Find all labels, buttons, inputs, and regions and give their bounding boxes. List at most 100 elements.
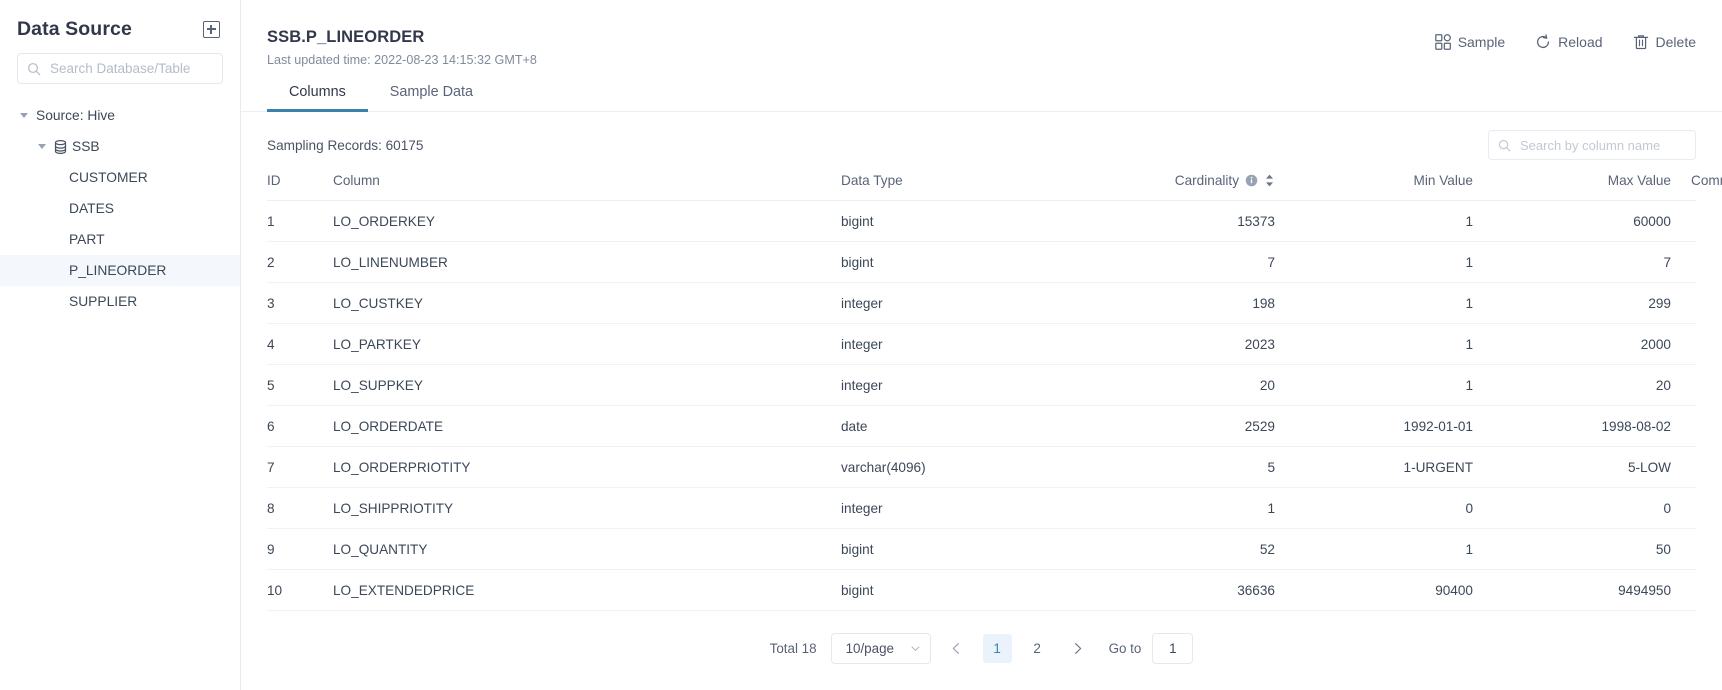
grid-sample-icon — [1435, 34, 1451, 50]
th-id: ID — [267, 164, 333, 201]
table-row[interactable]: 5 LO_SUPPKEY integer 20 1 20 — [267, 365, 1696, 406]
cell-max-value: 20 — [1473, 365, 1671, 406]
cell-comment — [1671, 529, 1696, 570]
delete-button-label: Delete — [1656, 34, 1696, 50]
cell-comment — [1671, 365, 1696, 406]
pagination-next-button[interactable] — [1063, 634, 1093, 664]
main-panel: SSB.P_LINEORDER Last updated time: 2022-… — [241, 0, 1722, 690]
cell-max-value: 299 — [1473, 283, 1671, 324]
cell-min-value: 1 — [1275, 242, 1473, 283]
table-row[interactable]: 8 LO_SHIPPRIOTITY integer 1 0 0 — [267, 488, 1696, 529]
column-search-box[interactable] — [1488, 130, 1696, 160]
delete-button[interactable]: Delete — [1633, 34, 1696, 50]
tab-columns-label: Columns — [289, 84, 346, 100]
tree-item-label: SSB — [72, 139, 100, 154]
cell-min-value: 1-URGENT — [1275, 447, 1473, 488]
cell-min-value: 1 — [1275, 365, 1473, 406]
sample-button-label: Sample — [1458, 34, 1505, 50]
page-size-value: 10/page — [846, 641, 894, 656]
tree-item-p-lineorder[interactable]: P_LINEORDER — [0, 255, 240, 286]
tree-item-dates[interactable]: DATES — [0, 193, 240, 224]
cell-cardinality: 2023 — [1055, 324, 1275, 365]
last-updated-time: Last updated time: 2022-08-23 14:15:32 G… — [267, 53, 537, 67]
caret-down-icon[interactable] — [38, 144, 46, 149]
cell-cardinality: 2529 — [1055, 406, 1275, 447]
column-search-input[interactable] — [1518, 137, 1686, 154]
cell-data-type: integer — [841, 488, 1055, 529]
table-row[interactable]: 6 LO_ORDERDATE date 2529 1992-01-01 1998… — [267, 406, 1696, 447]
tree-item-source-hive[interactable]: Source: Hive — [0, 100, 240, 131]
cell-max-value: 0 — [1473, 488, 1671, 529]
table-row[interactable]: 9 LO_QUANTITY bigint 52 1 50 — [267, 529, 1696, 570]
search-icon — [27, 62, 41, 76]
tree-item-supplier[interactable]: SUPPLIER — [0, 286, 240, 317]
title-block: SSB.P_LINEORDER Last updated time: 2022-… — [267, 28, 537, 67]
pagination-page-2[interactable]: 2 — [1023, 634, 1052, 663]
th-comment-label: Comment — [1691, 173, 1722, 188]
th-max-value: Max Value — [1473, 164, 1671, 201]
tree-item-label: DATES — [69, 201, 114, 216]
database-tree: Source: Hive SSB CUSTOMER DATES PART — [0, 84, 240, 317]
app-root: Data Source Source: Hive — [0, 0, 1722, 690]
cell-comment — [1671, 488, 1696, 529]
tree-item-label: CUSTOMER — [69, 170, 148, 185]
cell-id: 2 — [267, 242, 333, 283]
cell-id: 1 — [267, 201, 333, 242]
sidebar-title: Data Source — [17, 18, 132, 41]
plus-square-icon[interactable] — [203, 21, 220, 38]
search-database-table-box[interactable] — [17, 53, 223, 84]
tab-columns[interactable]: Columns — [267, 84, 368, 111]
table-header-row: ID Column Data Type Cardinality — [267, 164, 1696, 201]
tab-sample-data[interactable]: Sample Data — [368, 84, 495, 111]
pagination-page-1[interactable]: 1 — [983, 634, 1012, 663]
table-row[interactable]: 4 LO_PARTKEY integer 2023 1 2000 — [267, 324, 1696, 365]
page-title: SSB.P_LINEORDER — [267, 28, 537, 47]
tree-item-ssb[interactable]: SSB — [0, 131, 240, 162]
tree-item-part[interactable]: PART — [0, 224, 240, 255]
chevron-right-icon — [1071, 642, 1084, 655]
cell-column: LO_ORDERKEY — [333, 201, 841, 242]
sort-icon[interactable] — [1264, 173, 1275, 188]
cell-min-value: 1 — [1275, 283, 1473, 324]
pagination-prev-button[interactable] — [942, 634, 972, 664]
tab-bar: Columns Sample Data — [241, 84, 1722, 112]
tab-sample-data-label: Sample Data — [390, 84, 473, 100]
cell-cardinality: 198 — [1055, 283, 1275, 324]
table-row[interactable]: 10 LO_EXTENDEDPRICE bigint 36636 90400 9… — [267, 570, 1696, 611]
cell-max-value: 2000 — [1473, 324, 1671, 365]
goto-page-input[interactable]: 1 — [1152, 633, 1193, 664]
pagination: Total 18 10/page 1 2 — [241, 633, 1722, 664]
cell-data-type: integer — [841, 365, 1055, 406]
cell-data-type: bigint — [841, 242, 1055, 283]
cell-column: LO_SUPPKEY — [333, 365, 841, 406]
cell-column: LO_PARTKEY — [333, 324, 841, 365]
table-row[interactable]: 2 LO_LINENUMBER bigint 7 1 7 — [267, 242, 1696, 283]
table-row[interactable]: 3 LO_CUSTKEY integer 198 1 299 — [267, 283, 1696, 324]
cell-cardinality: 5 — [1055, 447, 1275, 488]
cell-comment — [1671, 201, 1696, 242]
cell-comment — [1671, 406, 1696, 447]
page-size-select[interactable]: 10/page — [831, 633, 931, 664]
table-body: 1 LO_ORDERKEY bigint 15373 1 60000 2 LO_… — [267, 201, 1696, 611]
th-cardinality: Cardinality — [1055, 164, 1275, 201]
cell-comment — [1671, 324, 1696, 365]
caret-down-icon[interactable] — [20, 113, 28, 118]
th-min-value: Min Value — [1275, 164, 1473, 201]
cell-min-value: 1 — [1275, 324, 1473, 365]
table-row[interactable]: 7 LO_ORDERPRIOTITY varchar(4096) 5 1-URG… — [267, 447, 1696, 488]
columns-table: ID Column Data Type Cardinality — [267, 164, 1696, 611]
cell-column: LO_CUSTKEY — [333, 283, 841, 324]
sidebar: Data Source Source: Hive — [0, 0, 241, 690]
sample-button[interactable]: Sample — [1435, 34, 1505, 50]
cell-data-type: integer — [841, 324, 1055, 365]
cell-column: LO_LINENUMBER — [333, 242, 841, 283]
info-icon[interactable] — [1245, 174, 1258, 187]
table-head: ID Column Data Type Cardinality — [267, 164, 1696, 201]
table-row[interactable]: 1 LO_ORDERKEY bigint 15373 1 60000 — [267, 201, 1696, 242]
tree-item-customer[interactable]: CUSTOMER — [0, 162, 240, 193]
cell-column: LO_ORDERDATE — [333, 406, 841, 447]
reload-button[interactable]: Reload — [1535, 34, 1602, 50]
cell-comment — [1671, 283, 1696, 324]
search-database-table-input[interactable] — [48, 60, 213, 77]
sampling-bar: Sampling Records: 60175 — [241, 112, 1722, 164]
